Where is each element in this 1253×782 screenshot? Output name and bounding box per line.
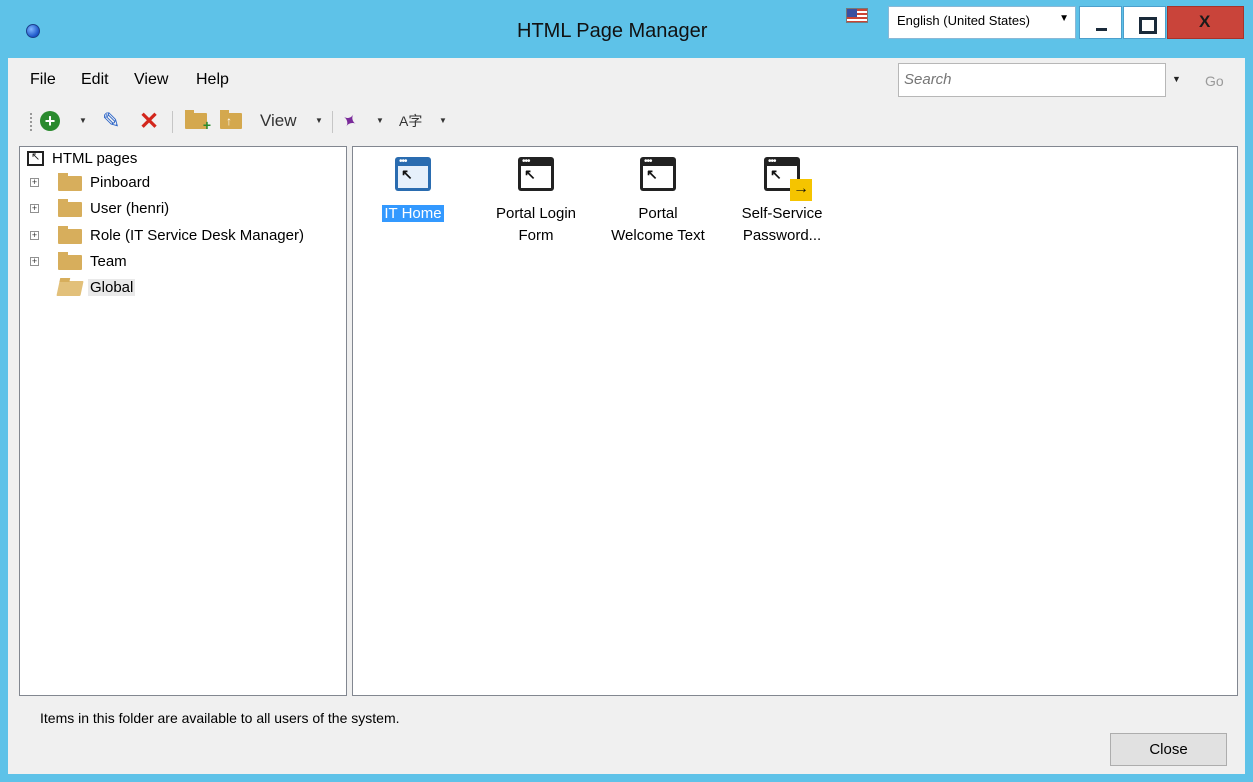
- page-item-label: Portal Login Form: [495, 205, 577, 244]
- tree-item-global[interactable]: Global: [20, 276, 346, 300]
- window-title: HTML Page Manager: [517, 20, 708, 42]
- expand-icon[interactable]: +: [30, 257, 39, 266]
- arrow-right-icon: →: [790, 179, 812, 201]
- tree-item-team[interactable]: + Team: [20, 250, 346, 274]
- view-button-label: View: [260, 111, 297, 130]
- parent-folder-button[interactable]: ↑: [220, 109, 242, 133]
- language-dropdown-icon[interactable]: ▼: [439, 116, 447, 125]
- expand-icon[interactable]: +: [30, 231, 39, 240]
- toolbar-separator: [172, 111, 173, 133]
- translate-icon: A字: [399, 113, 423, 129]
- folder-icon: [58, 173, 82, 191]
- delete-icon: ✕: [139, 107, 160, 135]
- tree-item-label: Global: [88, 279, 136, 296]
- delete-button[interactable]: ✕: [139, 107, 160, 135]
- tree-item-pinboard[interactable]: + Pinboard: [20, 171, 346, 195]
- page-item-label: Self-Service Password...: [741, 205, 823, 244]
- client-area: File Edit View Help ▼ Go + ▼ ✎ ✕: [8, 58, 1245, 774]
- app-globe-icon: [26, 24, 40, 38]
- search-input[interactable]: [899, 64, 1139, 94]
- go-button[interactable]: Go: [1205, 73, 1224, 89]
- menu-edit[interactable]: Edit: [81, 71, 109, 89]
- add-button[interactable]: +: [40, 109, 60, 133]
- open-folder-icon: [56, 281, 84, 296]
- folder-icon: [58, 199, 82, 217]
- html-page-icon: [27, 150, 44, 166]
- menu-file[interactable]: File: [30, 71, 56, 89]
- page-item-label: Portal Welcome Text: [611, 205, 705, 244]
- search-dropdown-icon[interactable]: ▼: [1172, 74, 1181, 84]
- toolbar-grip[interactable]: [30, 113, 32, 133]
- expand-icon[interactable]: +: [30, 178, 39, 187]
- html-page-icon: ••• ↖: [395, 157, 431, 191]
- tree-root-label: HTML pages: [52, 150, 138, 167]
- edit-button[interactable]: ✎: [102, 108, 121, 133]
- html-page-icon: ••• ↖: [640, 157, 676, 191]
- page-item-label: IT Home: [382, 205, 444, 222]
- language-select-value: English (United States): [897, 13, 1030, 28]
- html-page-icon: ••• ↖: [518, 157, 554, 191]
- new-folder-icon: +: [185, 110, 211, 133]
- up-folder-icon: ↑: [220, 110, 242, 129]
- page-item-it-home[interactable]: ••• ↖ IT Home: [353, 153, 473, 263]
- menu-bar: File Edit View Help ▼ Go: [8, 58, 1245, 98]
- tree-item-role[interactable]: + Role (IT Service Desk Manager): [20, 224, 346, 248]
- view-dropdown-icon[interactable]: ▼: [315, 116, 323, 125]
- tree-item-label: Role (IT Service Desk Manager): [90, 227, 304, 244]
- search-field[interactable]: [898, 63, 1166, 97]
- tree-item-label: Team: [90, 253, 127, 270]
- pin-button[interactable]: ✦: [337, 107, 362, 135]
- toolbar-separator: [332, 111, 333, 133]
- tree-item-user[interactable]: + User (henri): [20, 197, 346, 221]
- pin-dropdown-icon[interactable]: ▼: [376, 116, 384, 125]
- language-select[interactable]: English (United States) ▼: [888, 6, 1076, 39]
- page-item-portal-login[interactable]: ••• ↖ Portal Login Form: [476, 153, 596, 263]
- close-button[interactable]: Close: [1110, 733, 1227, 766]
- tree-root[interactable]: HTML pages: [20, 147, 346, 171]
- pin-icon: ✦: [338, 108, 362, 134]
- folder-icon: [58, 226, 82, 244]
- html-page-link-icon: ••• ↖ →: [764, 157, 812, 201]
- maximize-button[interactable]: [1123, 6, 1166, 39]
- toolbar: + ▼ ✎ ✕ + ↑ View ▼ ✦ ▼ A字 ▼: [8, 98, 1245, 146]
- view-button[interactable]: View: [260, 109, 297, 133]
- close-icon: X: [1199, 12, 1211, 31]
- tree-item-label: User (henri): [90, 200, 170, 217]
- language-button[interactable]: A字: [399, 109, 422, 133]
- tree-item-label: Pinboard: [90, 174, 151, 191]
- folder-icon: [58, 252, 82, 270]
- page-item-self-service[interactable]: ••• ↖ → Self-Service Password...: [722, 153, 842, 263]
- minimize-button[interactable]: [1079, 6, 1122, 39]
- expand-icon[interactable]: +: [30, 204, 39, 213]
- add-icon: +: [40, 111, 60, 131]
- us-flag-icon: [846, 8, 868, 23]
- close-window-button[interactable]: X: [1167, 6, 1244, 39]
- app-window: HTML Page Manager English (United States…: [0, 0, 1253, 782]
- chevron-down-icon: ▼: [1059, 13, 1069, 24]
- page-item-portal-welcome[interactable]: ••• ↖ Portal Welcome Text: [598, 153, 718, 263]
- menu-view[interactable]: View: [134, 71, 168, 89]
- folder-tree[interactable]: HTML pages + Pinboard + User (henri) + R…: [19, 146, 347, 696]
- add-dropdown-icon[interactable]: ▼: [79, 116, 87, 125]
- new-folder-button[interactable]: +: [185, 109, 211, 133]
- menu-help[interactable]: Help: [196, 71, 229, 89]
- status-text: Items in this folder are available to al…: [40, 710, 400, 726]
- page-list[interactable]: ••• ↖ IT Home ••• ↖ Portal Login Form ••…: [352, 146, 1238, 696]
- title-bar: HTML Page Manager English (United States…: [0, 0, 1253, 58]
- pencil-icon: ✎: [102, 108, 121, 133]
